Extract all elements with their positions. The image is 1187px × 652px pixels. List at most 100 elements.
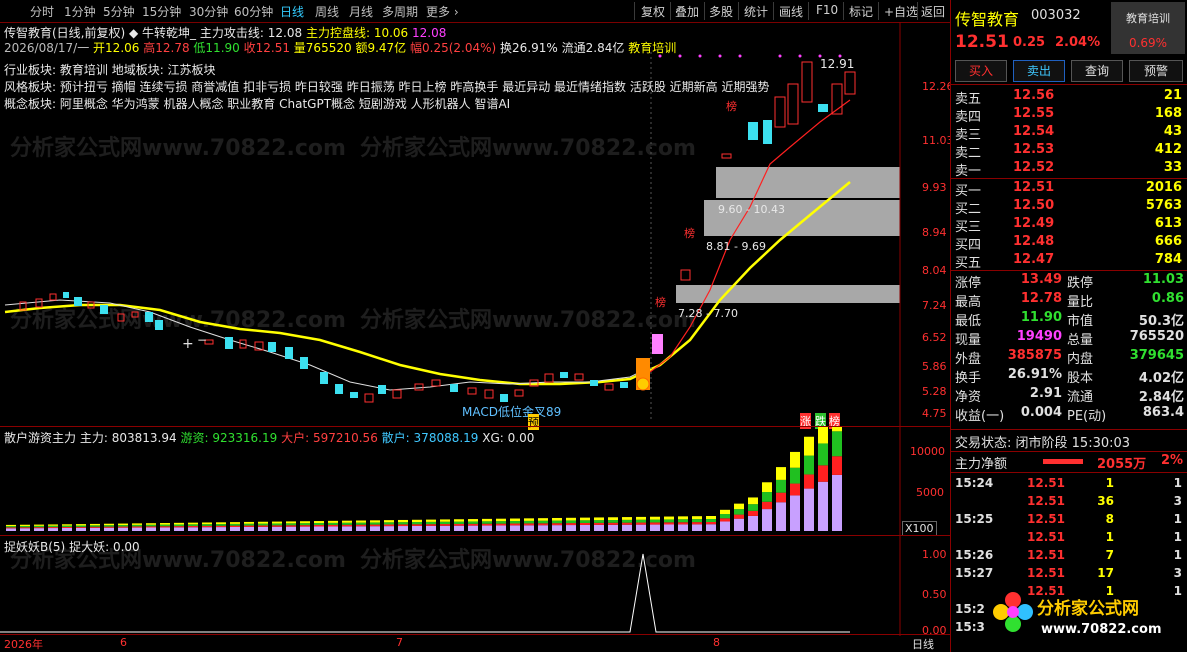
vol-bar-segment <box>104 526 114 528</box>
vol-bar-segment <box>370 522 380 525</box>
vol-bar-segment <box>538 518 548 521</box>
vol-bar-segment <box>608 522 618 525</box>
indicator-name: ◆ 牛转乾坤_ <box>129 26 197 40</box>
candle <box>500 394 508 402</box>
tf-1min[interactable]: 1分钟 <box>64 3 96 20</box>
tool-add-watch[interactable]: +自选 <box>884 3 918 20</box>
vol-bar-segment <box>356 522 366 525</box>
stock-name: 传智教育 <box>955 10 1020 29</box>
vol-bar-segment <box>608 524 618 531</box>
buy-button[interactable]: 买入 <box>955 60 1007 82</box>
close: 收12.51 <box>243 41 290 55</box>
tool-fuquan[interactable]: 复权 <box>641 3 665 20</box>
tool-back[interactable]: 返回 <box>921 3 945 20</box>
vol-bar-segment <box>650 522 660 525</box>
sector-badge-name: 教育培训 <box>1126 12 1170 25</box>
vol-bar-segment <box>244 525 254 527</box>
trade-status-value: 闭市阶段 15:30:03 <box>1015 436 1131 451</box>
bang-label: 榜 <box>726 100 737 113</box>
candle <box>774 96 786 128</box>
candle <box>117 313 125 322</box>
vol-bar-segment <box>664 522 674 525</box>
tool-mark[interactable]: 标记 <box>849 3 873 20</box>
period-label[interactable]: 日线 <box>912 636 934 652</box>
signal-chart[interactable] <box>0 536 950 636</box>
vol-bar-segment <box>538 525 548 531</box>
tool-multi-stock[interactable]: 多股 <box>709 3 733 20</box>
vol-bar-segment <box>272 525 282 527</box>
vol-bar-segment <box>342 526 352 531</box>
date: 2026/08/17/一 <box>4 41 90 55</box>
vol-bar-segment <box>160 523 170 525</box>
price-tick: 7.24 <box>922 299 947 312</box>
vol-chart[interactable] <box>0 427 950 535</box>
vol-bar-segment <box>328 526 338 531</box>
tf-5min[interactable]: 5分钟 <box>103 3 135 20</box>
vol-bar-segment <box>286 523 296 526</box>
vol-bar-segment <box>426 525 436 531</box>
vol-bar-segment <box>6 526 16 528</box>
vol-bar-segment <box>118 527 128 531</box>
tf-30min[interactable]: 30分钟 <box>189 3 228 20</box>
vol-bar-segment <box>398 519 408 523</box>
candle <box>604 383 614 391</box>
tf-weekly[interactable]: 周线 <box>315 3 339 20</box>
tf-60min[interactable]: 60分钟 <box>234 3 273 20</box>
vol-bar-segment <box>720 514 730 519</box>
vol-bar-segment <box>706 516 716 519</box>
stock-code: 003032 <box>1031 8 1081 23</box>
tf-multi[interactable]: 多周期 <box>382 3 418 20</box>
tf-monthly[interactable]: 月线 <box>349 3 373 20</box>
signal-circle <box>636 377 650 391</box>
vol-bar-segment <box>552 525 562 531</box>
vol-bar-segment <box>748 510 758 516</box>
tool-overlay[interactable]: 叠加 <box>675 3 699 20</box>
vol-bar-segment <box>258 525 268 527</box>
logo: 分析家公式网 www.70822.com <box>991 582 1187 650</box>
vol-bar-segment <box>34 528 44 531</box>
vol-bar-segment <box>580 524 590 531</box>
vol-bar-segment <box>636 522 646 525</box>
vol-bar-segment <box>692 519 702 523</box>
vol-bar-segment <box>692 524 702 531</box>
vol-bar-segment <box>734 514 744 519</box>
vol-bar-segment <box>132 523 142 525</box>
vol-bar-segment <box>160 524 170 527</box>
vol-bar-segment <box>286 525 296 527</box>
vol-bar-segment <box>664 519 674 523</box>
sell-button[interactable]: 卖出 <box>1013 60 1065 82</box>
tool-draw[interactable]: 画线 <box>779 3 803 20</box>
price-pct: 2.04% <box>1055 35 1101 50</box>
vol-bar-segment <box>818 427 828 444</box>
sector-tag[interactable]: 教育培训 <box>628 41 676 55</box>
vol-bar-segment <box>342 520 352 523</box>
tf-fenshi[interactable]: 分时 <box>30 3 54 20</box>
vol-bar-segment <box>356 526 366 531</box>
vol-bar-segment <box>6 528 16 531</box>
vol-bar-segment <box>76 524 86 526</box>
sector-badge[interactable]: 教育培训 0.69% <box>1111 2 1185 54</box>
tool-stats[interactable]: 统计 <box>744 3 768 20</box>
tf-15min[interactable]: 15分钟 <box>142 3 181 20</box>
vol-bar-segment <box>34 527 44 529</box>
candle <box>484 389 494 399</box>
vol-bar-segment <box>258 526 268 531</box>
tf-daily[interactable]: 日线 <box>280 3 304 20</box>
control-label: 主力控盘线: <box>305 26 370 40</box>
candle <box>818 104 828 112</box>
vol-bar-segment <box>300 525 310 527</box>
alert-button[interactable]: 预警 <box>1129 60 1183 82</box>
volume: 量765520 <box>293 41 352 55</box>
candle <box>652 334 663 354</box>
query-button[interactable]: 查询 <box>1071 60 1123 82</box>
tool-f10[interactable]: F10 <box>816 3 838 17</box>
candle <box>763 120 772 144</box>
vol-bar-segment <box>594 524 604 531</box>
bang-label: 榜 <box>655 296 666 309</box>
vol-bar-segment <box>636 516 646 520</box>
vol-bar-segment <box>118 526 128 528</box>
vol-bar-segment <box>188 522 198 525</box>
vol-bar-segment <box>244 521 254 524</box>
tf-more[interactable]: 更多 › <box>426 3 459 20</box>
vol-bar-segment <box>426 524 436 526</box>
